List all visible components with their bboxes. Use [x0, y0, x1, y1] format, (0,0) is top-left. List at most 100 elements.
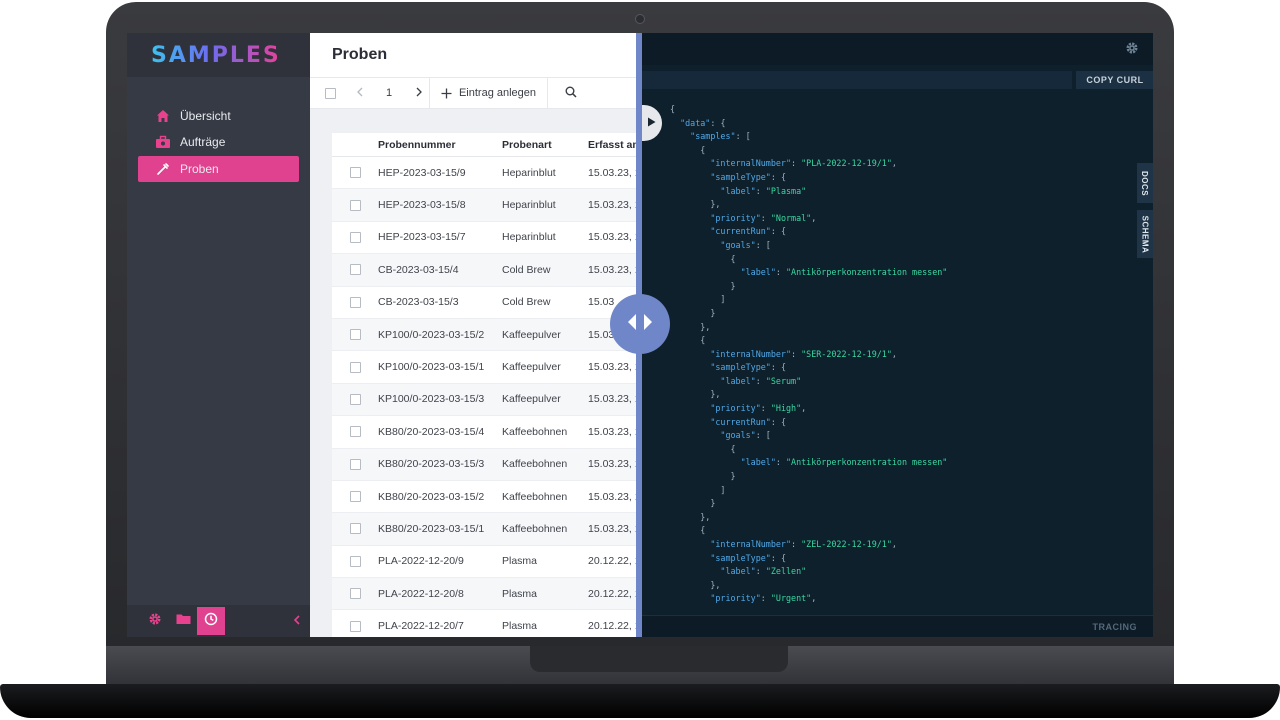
tracing-bar[interactable]: TRACING: [640, 615, 1153, 637]
table-row[interactable]: KP100/0-2023-03-15/1 Kaffeepulver 15.03.23…: [332, 351, 640, 384]
json-string-value: "Antikörperkonzentration messen": [785, 267, 948, 278]
sidebar-item-auftraege[interactable]: Aufträge: [138, 129, 299, 155]
cell-erfasst-am: 15.03.23, 1: [588, 490, 640, 503]
schema-tab[interactable]: SCHEMA: [1137, 210, 1153, 258]
json-string-value: "Antikörperkonzentration messen": [785, 457, 948, 468]
cell-probennummer: KB80/20-2023-03-15/3: [378, 458, 485, 471]
cell-probenart: Kaffeebohnen: [502, 490, 568, 503]
cell-erfasst-am: 20.12.22, 1: [588, 620, 640, 633]
json-string-value: "Urgent": [770, 593, 812, 604]
table-row[interactable]: HEP-2023-03-15/9 Heparinblut 15.03.23, 1: [332, 157, 640, 190]
sidebar-item-proben[interactable]: Proben: [138, 156, 299, 182]
json-string-value: "Serum": [765, 375, 802, 386]
row-checkbox-cell: [332, 264, 378, 276]
cell-probenart: Heparinblut: [502, 166, 556, 179]
row-checkbox[interactable]: [349, 167, 361, 179]
row-checkbox-cell: [332, 491, 378, 503]
search-button[interactable]: [548, 78, 594, 108]
cell-probennummer: PLA-2022-12-20/7: [378, 620, 464, 633]
select-all-cell: [310, 78, 350, 108]
sidebar-item-label: Übersicht: [180, 109, 231, 123]
cell-probennummer: PLA-2022-12-20/8: [378, 587, 464, 600]
row-checkbox[interactable]: [349, 458, 361, 470]
gear-icon[interactable]: [1125, 41, 1139, 55]
add-entry-button[interactable]: Eintrag anlegen: [430, 78, 548, 108]
table-row[interactable]: KP100/0-2023-03-15/2 Kaffeepulver 15.03: [332, 318, 640, 352]
row-checkbox[interactable]: [349, 588, 361, 600]
row-checkbox[interactable]: [349, 199, 361, 211]
table-row[interactable]: HEP-2023-03-15/7 Heparinblut 15.03.23, 1: [332, 222, 640, 255]
query-result: { "data": { "samples": [ { "internalNumb…: [670, 104, 948, 604]
add-entry-label: Eintrag anlegen: [458, 87, 537, 99]
column-header-erfasst-am[interactable]: Erfasst am: [588, 139, 640, 151]
sidebar-item-label: Proben: [180, 162, 219, 176]
column-header-probenart[interactable]: Probenart: [502, 139, 588, 151]
cell-probenart: Heparinblut: [502, 199, 556, 212]
row-checkbox[interactable]: [349, 264, 361, 276]
copy-curl-button[interactable]: COPY CURL: [1076, 71, 1153, 89]
cell-probenart: Plasma: [502, 555, 538, 568]
row-checkbox[interactable]: [349, 231, 361, 243]
run-query-button[interactable]: [640, 105, 662, 141]
sidebar-item-label: Aufträge: [180, 135, 226, 149]
table-row[interactable]: PLA-2022-12-20/7 Plasma 20.12.22, 1: [332, 610, 640, 637]
cell-probenart: Cold Brew: [502, 263, 551, 276]
table-row[interactable]: KB80/20-2023-03-15/4 Kaffeebohnen 15.03.23…: [332, 416, 640, 449]
table-row[interactable]: HEP-2023-03-15/8 Heparinblut 15.03.23, 1: [332, 189, 640, 222]
playground-header: [640, 33, 1153, 65]
table-row[interactable]: PLA-2022-12-20/8 Plasma 20.12.22, 1: [332, 578, 640, 611]
cell-probennummer: KP100/0-2023-03-15/3: [378, 393, 485, 406]
schema-tab-label: SCHEMA: [1140, 215, 1150, 253]
column-header-probennummer[interactable]: Probennummer: [378, 139, 502, 151]
table-row[interactable]: KB80/20-2023-03-15/3 Kaffeebohnen 15.03.23…: [332, 448, 640, 481]
arrows-horizontal-icon: [625, 313, 655, 336]
row-checkbox-cell: [332, 329, 378, 341]
cell-probenart: Kaffeebohnen: [502, 458, 568, 471]
cell-probenart: Cold Brew: [502, 296, 551, 309]
chevron-left-icon[interactable]: [292, 613, 302, 631]
cell-probennummer: PLA-2022-12-20/9: [378, 555, 464, 568]
table-row[interactable]: KP100/0-2023-03-15/3 Kaffeepulver 15.03.23…: [332, 383, 640, 417]
row-checkbox[interactable]: [349, 523, 361, 535]
cell-probenart: Kaffeebohnen: [502, 522, 568, 535]
row-checkbox[interactable]: [349, 426, 361, 438]
comparison-slider-handle[interactable]: [610, 294, 670, 354]
select-all-checkbox[interactable]: [324, 87, 336, 99]
row-checkbox[interactable]: [349, 329, 361, 341]
table-row[interactable]: CB-2023-03-15/3 Cold Brew 15.03: [332, 287, 640, 319]
cell-probennummer: KB80/20-2023-03-15/4: [378, 425, 485, 438]
table-row[interactable]: PLA-2022-12-20/9 Plasma 20.12.22, 1: [332, 546, 640, 579]
pipette-icon: [155, 161, 171, 177]
cell-probenart: Plasma: [502, 587, 538, 600]
cell-erfasst-am: 20.12.22, 1: [588, 587, 640, 600]
row-checkbox[interactable]: [349, 296, 361, 308]
json-string-value: "Plasma": [765, 185, 807, 196]
table-row[interactable]: KB80/20-2023-03-15/1 Kaffeebohnen 15.03.23…: [332, 513, 640, 546]
prev-page-button[interactable]: [350, 78, 370, 108]
row-checkbox[interactable]: [349, 361, 361, 373]
cell-erfasst-am: 15.03.23, 1: [588, 522, 640, 535]
row-checkbox[interactable]: [349, 393, 361, 405]
graphql-playground: COPY CURL { "data": { "samples": [ { "in…: [640, 33, 1153, 637]
cell-probennummer: HEP-2023-03-15/9: [378, 166, 466, 179]
table-row[interactable]: CB-2023-03-15/4 Cold Brew 15.03.23, 1: [332, 254, 640, 287]
samples-table: Probennummer Probenart Erfasst am HEP-20…: [332, 133, 640, 637]
next-page-button[interactable]: [408, 78, 430, 108]
clock-icon: [204, 612, 218, 631]
settings-button[interactable]: [141, 607, 169, 635]
row-checkbox[interactable]: [349, 555, 361, 567]
history-button[interactable]: [197, 607, 225, 635]
laptop-hinge: [530, 646, 788, 672]
sidebar-item-uebersicht[interactable]: Übersicht: [138, 103, 299, 129]
docs-tab[interactable]: DOCS: [1137, 163, 1153, 203]
row-checkbox-cell: [332, 296, 378, 308]
table-row[interactable]: KB80/20-2023-03-15/2 Kaffeebohnen 15.03.23…: [332, 481, 640, 514]
sidebar-nav: Übersicht Aufträge Proben: [127, 77, 310, 182]
row-checkbox[interactable]: [349, 620, 361, 632]
cell-erfasst-am: 15.03.23, 1: [588, 263, 640, 276]
cell-erfasst-am: 15.03.23, 1: [588, 425, 640, 438]
cell-probennummer: HEP-2023-03-15/7: [378, 231, 466, 244]
folder-button[interactable]: [169, 607, 197, 635]
endpoint-bar[interactable]: [640, 71, 1072, 89]
row-checkbox[interactable]: [349, 491, 361, 503]
